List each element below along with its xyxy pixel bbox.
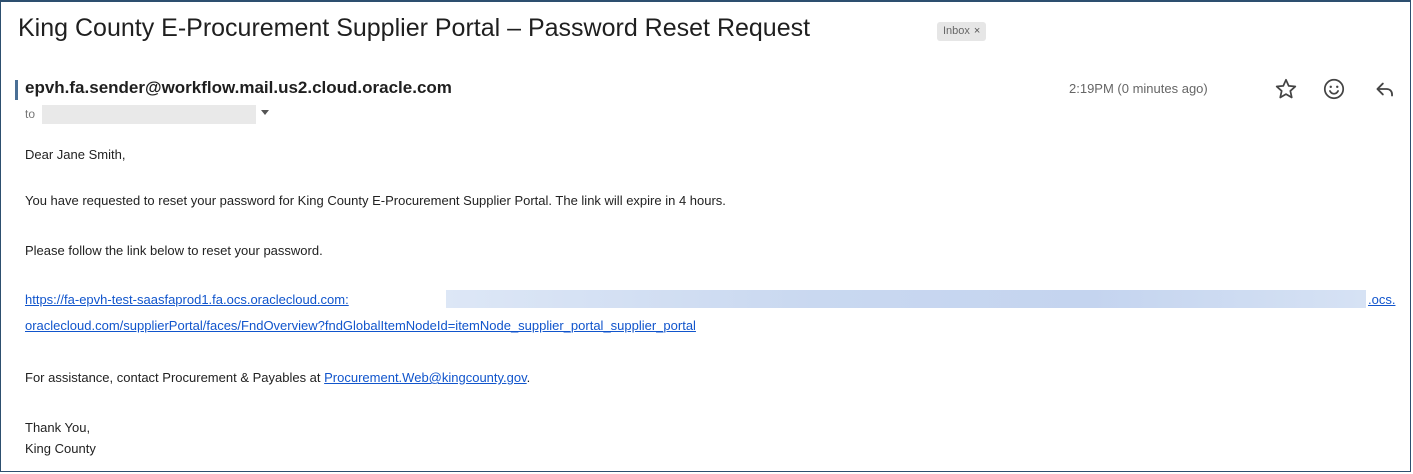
show-details-chevron-icon[interactable] xyxy=(261,110,269,115)
remove-label-icon[interactable]: × xyxy=(974,25,980,37)
email-frame xyxy=(0,0,1411,472)
reset-link-line1[interactable]: https://fa-epvh-test-saasfaprod1.fa.ocs.… xyxy=(25,292,349,307)
reset-link-line2[interactable]: oraclecloud.com/supplierPortal/faces/Fnd… xyxy=(25,318,696,333)
assistance-period: . xyxy=(526,370,531,385)
closing-text: Thank You, xyxy=(25,420,91,435)
recipient-redacted xyxy=(42,105,256,124)
reset-link-line1-end[interactable]: .ocs. xyxy=(1368,292,1395,307)
sender-address[interactable]: epvh.fa.sender@workflow.mail.us2.cloud.o… xyxy=(25,78,452,98)
greeting-text: Dear Jane Smith, xyxy=(25,147,126,162)
emoji-reaction-icon[interactable] xyxy=(1321,76,1347,102)
inbox-label-text: Inbox xyxy=(943,25,970,37)
recipient-label: to xyxy=(25,107,36,121)
reset-link-path[interactable]: oraclecloud.com/supplierPortal/faces/Fnd… xyxy=(25,318,696,333)
assistance-paragraph: For assistance, contact Procurement & Pa… xyxy=(25,370,530,385)
body-paragraph-instructions: Please follow the link below to reset yo… xyxy=(25,243,323,258)
assistance-text: For assistance, contact Procurement & Pa… xyxy=(25,370,325,385)
body-paragraph-expiry: You have requested to reset your passwor… xyxy=(25,193,726,208)
reset-link-start[interactable]: https://fa-epvh-test-saasfaprod1.fa.ocs.… xyxy=(25,292,349,307)
message-timestamp: 2:19PM (0 minutes ago) xyxy=(1069,81,1208,96)
signature-text: King County xyxy=(25,441,96,456)
email-subject: King County E-Procurement Supplier Porta… xyxy=(18,14,811,42)
sender-accent-bar xyxy=(15,80,18,100)
reset-link-redacted xyxy=(446,290,1366,308)
reply-icon[interactable] xyxy=(1372,76,1398,102)
support-email-link[interactable]: Procurement.Web@kingcounty.gov xyxy=(324,370,527,385)
inbox-label-badge[interactable]: Inbox × xyxy=(937,22,987,41)
star-icon[interactable] xyxy=(1273,76,1299,102)
reset-link-end[interactable]: .ocs. xyxy=(1368,292,1395,307)
